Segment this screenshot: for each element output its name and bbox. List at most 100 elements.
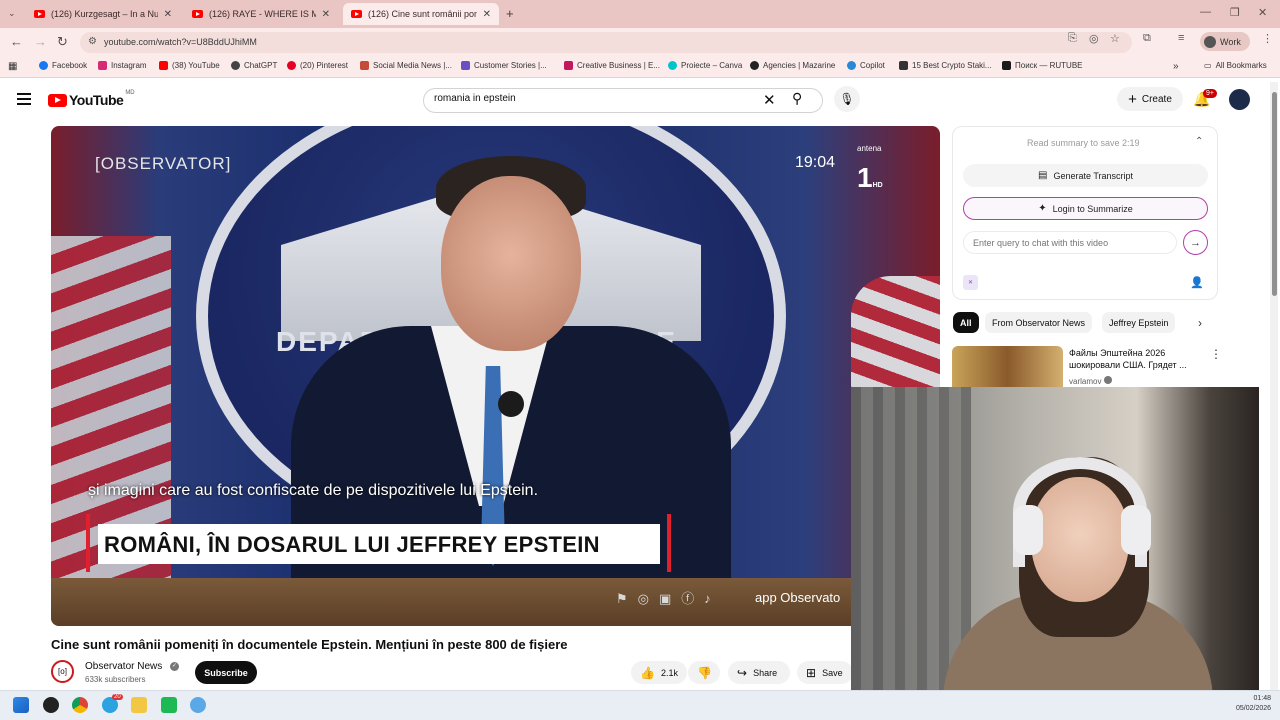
kebab-menu-icon[interactable]: ⋮ [1262, 32, 1273, 45]
bookmark-customer-stories[interactable]: Customer Stories |... [461, 61, 547, 70]
taskbar-clock[interactable]: 01:48 05/02/2026 [1236, 694, 1271, 714]
bookmark-label: Customer Stories |... [474, 61, 547, 70]
reload-icon[interactable]: ↻ [57, 34, 68, 50]
collapse-chevron-icon[interactable]: ⌃ [1195, 136, 1203, 147]
restore-icon[interactable]: ❐ [1230, 6, 1240, 19]
chrome-icon[interactable] [72, 697, 88, 713]
taskbar-badge: 20 [112, 694, 123, 700]
bookmark-social-media-news[interactable]: Social Media News |... [360, 61, 452, 70]
youtube-favicon-icon [192, 10, 203, 18]
login-to-summarize-button[interactable]: ✦ Login to Summarize [963, 197, 1208, 220]
like-button[interactable]: 👍 2.1k [631, 661, 687, 684]
chip-from-observator-news[interactable]: From Observator News [985, 312, 1093, 333]
save-button[interactable]: ⊞ Save [797, 661, 853, 684]
bookmark-label: Agencies | Mazarine [763, 61, 836, 70]
generate-transcript-button[interactable]: ▤ Generate Transcript [963, 164, 1208, 187]
file-explorer-icon[interactable] [131, 697, 147, 713]
chatgpt-icon [231, 61, 240, 70]
minimize-icon[interactable]: — [1200, 6, 1211, 18]
browser-tab-active[interactable]: (126) Cine sunt românii pomeniți ✕ [343, 3, 499, 25]
apps-grid-icon[interactable]: ▦ [8, 61, 17, 72]
user-icon[interactable]: 👤 [1190, 276, 1204, 289]
share-label: Share [753, 667, 778, 678]
folder-icon: ▭ [1204, 61, 1212, 70]
send-arrow-icon[interactable]: → [1183, 230, 1208, 255]
onedrive-cloud-icon[interactable] [190, 697, 206, 713]
bookmark-chatgpt[interactable]: ChatGPT [231, 61, 277, 70]
voice-search-mic-icon[interactable]: 🎙 [834, 86, 860, 112]
chat-query-input[interactable] [963, 231, 1177, 254]
youtube-play-icon [48, 93, 67, 107]
create-button[interactable]: + Create [1117, 87, 1183, 111]
search-input[interactable] [434, 93, 754, 104]
windows-start-icon[interactable] [13, 697, 29, 713]
extensions-icon[interactable]: ⧉ [1143, 32, 1151, 45]
chip-all[interactable]: All [953, 312, 979, 333]
tab-search-icon[interactable]: ⌄ [8, 8, 16, 19]
browser-tab-raye[interactable]: (126) RAYE - WHERE IS MY HUSBAND ✕ [184, 3, 338, 25]
bookmark-rutube[interactable]: Поиск — RUTUBE [1002, 61, 1083, 70]
bookmark-copilot[interactable]: Copilot [847, 61, 885, 70]
chip-next-chevron-icon[interactable]: › [1198, 316, 1202, 330]
search-icon[interactable]: ⚲ [792, 90, 802, 107]
bookmark-canva[interactable]: Proiecte – Canva [668, 61, 742, 70]
plus-icon: + [1128, 90, 1137, 108]
back-arrow-icon[interactable]: ← [10, 34, 23, 49]
social-icons: ⚑◎▣ⓕ♪ [616, 591, 721, 606]
bookmark-creative-business[interactable]: Creative Business | E... [564, 61, 660, 70]
bookmark-facebook[interactable]: Facebook [39, 61, 87, 70]
site-info-icon[interactable]: ⚙ [88, 36, 97, 47]
extension-logo-icon[interactable]: ✕ [963, 275, 978, 290]
account-avatar[interactable] [1229, 89, 1250, 110]
recommendation-title[interactable]: Файлы Эпштейна 2026 шокировали США. Гряд… [1069, 347, 1199, 371]
bookmark-crypto-staking[interactable]: 15 Best Crypto Staki... [899, 61, 992, 70]
thumbs-down-icon: 👎 [697, 665, 712, 680]
install-app-icon[interactable]: ⎘ [1068, 32, 1077, 45]
browser-tab-kurzgesagt[interactable]: (126) Kurzgesagt – In a Nutshell ✕ [26, 3, 180, 25]
channel-name[interactable]: Observator News [85, 661, 162, 672]
eye-off-icon[interactable]: ◎ [1089, 32, 1099, 45]
youtube-icon [159, 61, 168, 70]
recommendation-channel[interactable]: varlamov [1069, 376, 1112, 386]
chip-jeffrey-epstein[interactable]: Jeffrey Epstein [1102, 312, 1176, 333]
close-icon[interactable]: ✕ [164, 9, 172, 20]
bookmark-youtube[interactable]: (38) YouTube [159, 61, 220, 70]
scrollbar-thumb[interactable] [1272, 92, 1277, 296]
close-icon[interactable]: ✕ [483, 9, 491, 20]
more-options-icon[interactable]: ⋮ [1210, 347, 1222, 361]
forward-arrow-icon[interactable]: → [34, 34, 47, 49]
channel-avatar[interactable]: [o] [51, 660, 74, 683]
reading-list-icon[interactable]: ≡ [1178, 32, 1184, 44]
omnibox[interactable]: ⚙ youtube.com/watch?v=U8BddUJhiMM [80, 32, 1132, 53]
bookmark-mazarine[interactable]: Agencies | Mazarine [750, 61, 835, 70]
mazarine-icon [750, 61, 759, 70]
save-bookmark-icon: ⊞ [806, 665, 817, 680]
app-g-icon[interactable] [43, 697, 59, 713]
hd-label: HD [872, 182, 883, 189]
close-icon[interactable]: ✕ [322, 9, 330, 20]
new-tab-button[interactable]: + [506, 6, 514, 21]
youtube-logo[interactable]: YouTube MD [48, 90, 135, 108]
bookmark-star-icon[interactable]: ☆ [1110, 32, 1120, 45]
subscribe-button[interactable]: Subscribe [195, 661, 257, 684]
app-green-icon[interactable] [161, 697, 177, 713]
profile-button[interactable]: Work [1200, 32, 1250, 51]
save-label: Save [822, 667, 843, 678]
bookmark-label: Creative Business | E... [577, 61, 660, 70]
recommendation-thumbnail[interactable] [952, 346, 1063, 388]
pinterest-icon [287, 61, 296, 70]
window-close-icon[interactable]: ✕ [1258, 6, 1267, 19]
hamburger-menu-icon[interactable] [17, 93, 31, 105]
clear-search-icon[interactable]: ✕ [763, 91, 776, 109]
video-player[interactable]: DEPART CE [OBSERVATOR] 19:04 antena 1HD … [51, 126, 940, 626]
more-bookmarks-chevron-icon[interactable]: » [1173, 61, 1179, 72]
bookmark-label: Instagram [111, 61, 147, 70]
copilot-icon [847, 61, 856, 70]
bookmark-pinterest[interactable]: (20) Pinterest [287, 61, 348, 70]
share-button[interactable]: ↪ Share [728, 661, 790, 684]
all-bookmarks-button[interactable]: ▭ All Bookmarks [1204, 61, 1267, 70]
notification-badge: 9+ [1203, 89, 1217, 98]
dislike-button[interactable]: 👎 [688, 661, 720, 684]
bookmark-instagram[interactable]: Instagram [98, 61, 147, 70]
bookmark-label: Proiecte – Canva [681, 61, 743, 70]
